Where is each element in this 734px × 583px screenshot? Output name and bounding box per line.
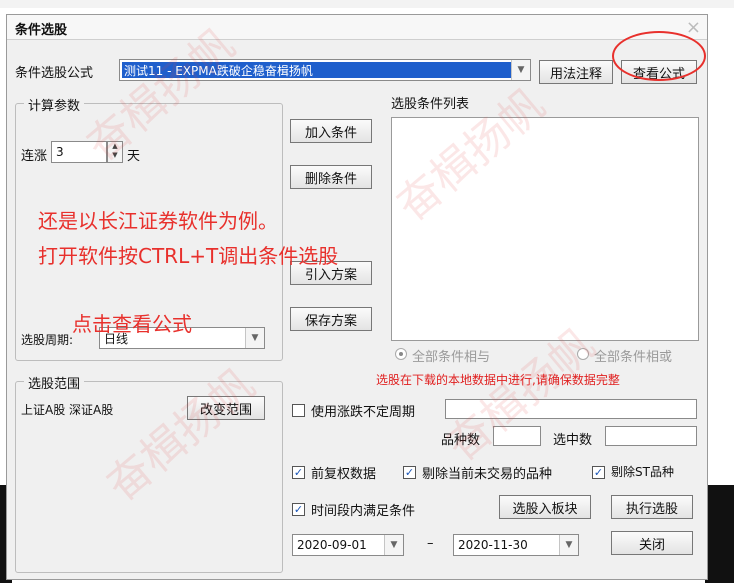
- radio-or[interactable]: [577, 348, 589, 360]
- radio-and[interactable]: [395, 348, 407, 360]
- forward-adjust-label: 前复权数据: [311, 467, 377, 482]
- selected-field: [605, 426, 697, 446]
- chevron-down-icon[interactable]: ▼: [245, 328, 264, 348]
- annotation-line-3: 点击查看公式: [72, 312, 192, 336]
- exclude-st-label: 剔除ST品种: [611, 465, 674, 479]
- consecutive-label: 连涨: [21, 149, 48, 164]
- highlight-circle: [612, 31, 706, 81]
- annotation-line-1: 还是以长江证券软件为例。: [38, 209, 278, 233]
- range-markets: 上证A股 深证A股: [21, 403, 114, 417]
- use-undetermined-checkbox[interactable]: [292, 404, 305, 417]
- date-from-select[interactable]: 2020-09-01 ▼: [292, 534, 404, 556]
- chevron-down-icon[interactable]: ▼: [511, 60, 530, 80]
- dialog-title: 条件选股: [15, 23, 68, 38]
- add-condition-button[interactable]: 加入条件: [290, 119, 372, 143]
- close-button[interactable]: 关闭: [611, 531, 693, 555]
- change-range-button[interactable]: 改变范围: [187, 396, 265, 420]
- condition-list[interactable]: [391, 117, 699, 341]
- add-to-block-button[interactable]: 选股入板块: [499, 495, 591, 519]
- exclude-untraded-checkbox[interactable]: ✓: [403, 466, 416, 479]
- time-range-checkbox[interactable]: ✓: [292, 503, 305, 516]
- time-range-label: 时间段内满足条件: [311, 504, 416, 519]
- date-to-value: 2020-11-30: [458, 538, 528, 552]
- use-undetermined-label: 使用涨跌不定周期: [311, 405, 416, 420]
- close-icon[interactable]: ×: [686, 17, 701, 38]
- formula-selected-value: 测试11 - EXPMA跌破企稳奋楫扬帆: [122, 62, 512, 78]
- radio-or-label: 全部条件相或: [594, 350, 673, 365]
- stepper-icon[interactable]: ▲ ▼: [107, 141, 123, 163]
- background-strip: [0, 0, 734, 8]
- data-notice: 选股在下载的本地数据中进行,请确保数据完整: [376, 373, 620, 387]
- title-bar[interactable]: 条件选股 ×: [7, 15, 707, 40]
- selected-label: 选中数: [553, 433, 593, 448]
- delete-condition-button[interactable]: 删除条件: [290, 165, 372, 189]
- background-chart-right: [705, 485, 734, 583]
- usage-notes-button[interactable]: 用法注释: [539, 60, 613, 84]
- consecutive-days-input[interactable]: 3: [51, 141, 107, 163]
- annotation-line-2: 打开软件按CTRL+T调出条件选股: [38, 244, 339, 268]
- execute-selection-button[interactable]: 执行选股: [611, 495, 693, 519]
- exclude-st-checkbox[interactable]: ✓: [592, 466, 605, 479]
- calc-params-title: 计算参数: [24, 95, 85, 114]
- days-unit: 天: [127, 149, 141, 164]
- radio-and-label: 全部条件相与: [412, 350, 491, 365]
- save-plan-button[interactable]: 保存方案: [290, 307, 372, 331]
- range-title: 选股范围: [24, 373, 85, 392]
- date-separator: –: [427, 536, 434, 551]
- formula-select[interactable]: 测试11 - EXPMA跌破企稳奋楫扬帆 ▼: [119, 59, 531, 81]
- condition-stock-selection-dialog: 条件选股 × 条件选股公式 测试11 - EXPMA跌破企稳奋楫扬帆 ▼ 用法注…: [6, 14, 708, 580]
- count-label: 品种数: [441, 433, 481, 448]
- chevron-down-icon[interactable]: ▼: [559, 535, 578, 555]
- formula-label: 条件选股公式: [15, 66, 94, 81]
- condition-list-label: 选股条件列表: [391, 97, 470, 112]
- date-to-select[interactable]: 2020-11-30 ▼: [453, 534, 579, 556]
- date-from-value: 2020-09-01: [297, 538, 367, 552]
- forward-adjust-checkbox[interactable]: ✓: [292, 466, 305, 479]
- period-label: 选股周期:: [21, 333, 74, 347]
- undetermined-field[interactable]: [445, 399, 697, 419]
- count-field: [493, 426, 541, 446]
- exclude-untraded-label: 剔除当前未交易的品种: [422, 467, 553, 482]
- chevron-down-icon[interactable]: ▼: [384, 535, 403, 555]
